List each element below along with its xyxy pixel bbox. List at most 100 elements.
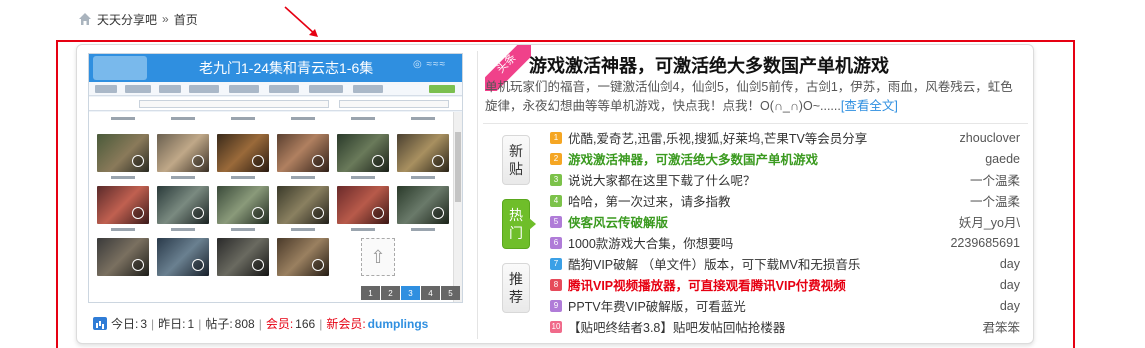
slide-toolbar-item [95, 85, 117, 93]
thumb-caption [97, 116, 149, 121]
rank-badge: 7 [550, 257, 562, 270]
thread-title-link[interactable]: 腾讯VIP视频播放器，可直接观看腾讯VIP付费视频 [568, 275, 994, 294]
thread-row: 7 酷狗VIP破解 （单文件）版本，可下载MV和无损音乐 day [550, 253, 1020, 274]
stat-posts-label: 帖子: [205, 317, 233, 331]
breadcrumb-current[interactable]: 首页 [174, 11, 198, 28]
slide-toolbar-item [125, 85, 151, 93]
slide-toolbar-item [159, 85, 181, 93]
slider-pager: 1 2 3 4 5 [361, 286, 460, 300]
thread-title-link[interactable]: 游戏激活神器，可激活绝大多数国产单机游戏 [568, 149, 979, 168]
thread-row: 2 游戏激活神器，可激活绝大多数国产单机游戏 gaede [550, 148, 1020, 169]
thread-author-link[interactable]: 2239685691 [950, 236, 1020, 250]
thread-author-link[interactable]: 一个温柔 [970, 191, 1020, 210]
stat-posts-value: 808 [234, 316, 255, 331]
headline-divider [483, 123, 1028, 124]
video-thumbnail [157, 186, 209, 224]
breadcrumb-site-link[interactable]: 天天分享吧 [97, 11, 157, 28]
thread-title-link[interactable]: PPTV年费VIP破解版，可看蓝光 [568, 296, 994, 315]
stat-members-label: 会员: [265, 317, 294, 331]
thumb-caption [97, 227, 149, 232]
stat-separator: | [151, 316, 155, 331]
thumb-caption [277, 175, 329, 180]
slide-address-field [139, 100, 329, 108]
slide-logo-icon: ◎ ≈≈≈ [413, 59, 446, 70]
stat-separator: | [319, 316, 323, 331]
stat-yesterday-label: 昨日: [158, 317, 186, 331]
thread-title-link[interactable]: 酷狗VIP破解 （单文件）版本，可下载MV和无损音乐 [568, 254, 994, 273]
breadcrumb-separator: » [162, 12, 169, 26]
tab-label-char: 推 [509, 271, 523, 287]
tab-label-char: 荐 [509, 289, 523, 305]
stat-today-value: 3 [140, 316, 148, 331]
slide-blurred-region [93, 56, 147, 80]
thread-row: 1 优酷,爱奇艺,迅雷,乐视,搜狐,好莱坞,芒果TV等会员分享 zhouclover [550, 127, 1020, 148]
thread-author-link[interactable]: gaede [985, 152, 1020, 166]
upload-icon[interactable]: ⇧ [361, 238, 395, 276]
thumb-caption [277, 227, 329, 232]
slider-page-button[interactable]: 5 [441, 286, 460, 300]
thread-row: 9 PPTV年费VIP破解版，可看蓝光 day [550, 295, 1020, 316]
thread-author-link[interactable]: zhouclover [960, 131, 1020, 145]
thread-author-link[interactable]: day [1000, 299, 1020, 313]
thread-title-link[interactable]: 侠客风云传破解版 [568, 212, 953, 231]
thread-row: 10 【贴吧终结者3.8】贴吧发帖回帖抢楼器 君笨笨 [550, 316, 1020, 337]
slider-page-button[interactable]: 1 [361, 286, 380, 300]
video-thumbnail [397, 186, 449, 224]
slide-scrollbar [453, 112, 462, 302]
headline-title-link[interactable]: 游戏激活神器，可激活绝大多数国产单机游戏 [529, 52, 889, 78]
video-thumbnail [97, 186, 149, 224]
thread-list: 1 优酷,爱奇艺,迅雷,乐视,搜狐,好莱坞,芒果TV等会员分享 zhouclover… [550, 127, 1020, 337]
annotation-arrow-icon [284, 6, 318, 37]
image-slider[interactable]: 老九门1-24集和青云志1-6集 ◎ ≈≈≈ ⇧ 1 2 3 4 5 [88, 53, 463, 303]
thumb-caption [217, 175, 269, 180]
slider-page-button[interactable]: 2 [381, 286, 400, 300]
thumb-caption [157, 116, 209, 121]
thread-row: 4 哈哈，第一次过来，请多指教 一个温柔 [550, 190, 1020, 211]
stat-today-label: 今日: [111, 317, 139, 331]
video-thumbnail [337, 186, 389, 224]
tab-hot[interactable]: 热 门 [502, 199, 536, 249]
headline-summary-text: 单机玩家们的福音，一键激活仙剑4，仙剑5，仙剑5前传，古剑1，伊苏，雨血，风卷残… [485, 80, 1013, 113]
thread-row: 8 腾讯VIP视频播放器，可直接观看腾讯VIP付费视频 day [550, 274, 1020, 295]
rank-badge: 8 [550, 278, 562, 291]
thread-author-link[interactable]: day [1000, 257, 1020, 271]
thread-title-link[interactable]: 1000款游戏大合集，你想要吗 [568, 233, 944, 252]
thumb-caption [397, 227, 449, 232]
read-more-link[interactable]: [查看全文] [841, 99, 898, 113]
slide-toolbar-item [309, 85, 343, 93]
thread-row: 5 侠客风云传破解版 妖月_yo月\ [550, 211, 1020, 232]
stats-chart-icon [93, 317, 107, 330]
thread-title-link[interactable]: 哈哈，第一次过来，请多指教 [568, 191, 964, 210]
thread-title-link[interactable]: 【贴吧终结者3.8】贴吧发帖回帖抢楼器 [568, 317, 976, 336]
slide-thumbnail-grid: ⇧ [89, 112, 455, 302]
thread-author-link[interactable]: day [1000, 278, 1020, 292]
tab-label-char: 新 [509, 143, 523, 159]
thread-author-link[interactable]: 妖月_yo月\ [959, 212, 1020, 231]
thread-author-link[interactable]: 一个温柔 [970, 170, 1020, 189]
home-icon[interactable] [78, 12, 92, 26]
video-thumbnail [157, 238, 209, 276]
thumb-caption [397, 175, 449, 180]
thread-title-link[interactable]: 说说大家都在这里下载了什么呢？ [568, 170, 964, 189]
tab-recommended[interactable]: 推 荐 [502, 263, 530, 313]
tab-new-posts[interactable]: 新 贴 [502, 135, 530, 185]
rank-badge: 1 [550, 131, 562, 144]
slide-toolbar-item [269, 85, 299, 93]
video-thumbnail [277, 238, 329, 276]
thumb-caption [337, 116, 389, 121]
thread-author-link[interactable]: 君笨笨 [982, 317, 1020, 336]
slider-page-button[interactable]: 4 [421, 286, 440, 300]
forum-stats: 今日: 3 | 昨日: 1 | 帖子: 808 | 会员: 166 | 新会员:… [93, 315, 428, 332]
breadcrumb: 天天分享吧 » 首页 [78, 10, 198, 28]
slider-page-button-active[interactable]: 3 [401, 286, 420, 300]
slide-search-field [339, 100, 449, 108]
video-thumbnail [397, 134, 449, 172]
newest-member-link[interactable]: dumplings [368, 317, 429, 331]
video-thumbnail [277, 134, 329, 172]
thread-title-link[interactable]: 优酷,爱奇艺,迅雷,乐视,搜狐,好莱坞,芒果TV等会员分享 [568, 128, 954, 147]
rank-badge: 9 [550, 299, 562, 312]
rank-badge: 5 [550, 215, 562, 228]
slide-caption[interactable]: 老九门1-24集和青云志1-6集 [199, 58, 373, 78]
thumb-caption [337, 175, 389, 180]
column-divider [477, 51, 478, 339]
